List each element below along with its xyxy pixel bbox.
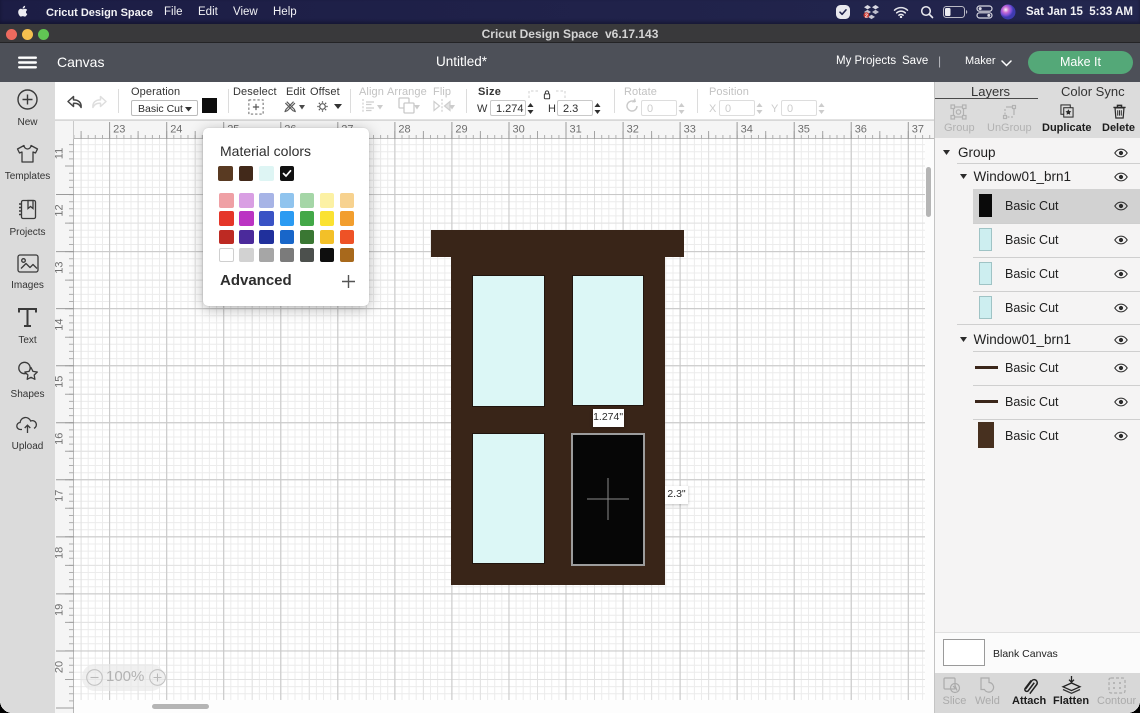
- svg-text:15: 15: [55, 376, 66, 388]
- svg-text:23: 23: [113, 124, 125, 136]
- svg-text:17: 17: [55, 490, 66, 502]
- svg-text:19: 19: [55, 604, 66, 616]
- svg-text:37: 37: [912, 124, 924, 136]
- svg-text:35: 35: [798, 124, 810, 136]
- svg-text:11: 11: [55, 148, 66, 159]
- svg-text:20: 20: [55, 661, 66, 673]
- svg-text:32: 32: [627, 124, 639, 136]
- svg-text:18: 18: [55, 547, 66, 559]
- svg-text:16: 16: [55, 433, 66, 445]
- svg-text:33: 33: [684, 124, 696, 136]
- svg-text:34: 34: [741, 124, 753, 136]
- svg-text:31: 31: [570, 124, 582, 136]
- svg-text:2: 2: [865, 13, 868, 19]
- svg-text:30: 30: [513, 124, 525, 136]
- svg-text:24: 24: [170, 124, 182, 136]
- svg-text:14: 14: [55, 318, 66, 330]
- svg-text:28: 28: [398, 124, 410, 136]
- svg-text:29: 29: [455, 124, 467, 136]
- svg-text:13: 13: [55, 261, 66, 273]
- svg-text:36: 36: [855, 124, 867, 136]
- svg-text:12: 12: [55, 204, 66, 216]
